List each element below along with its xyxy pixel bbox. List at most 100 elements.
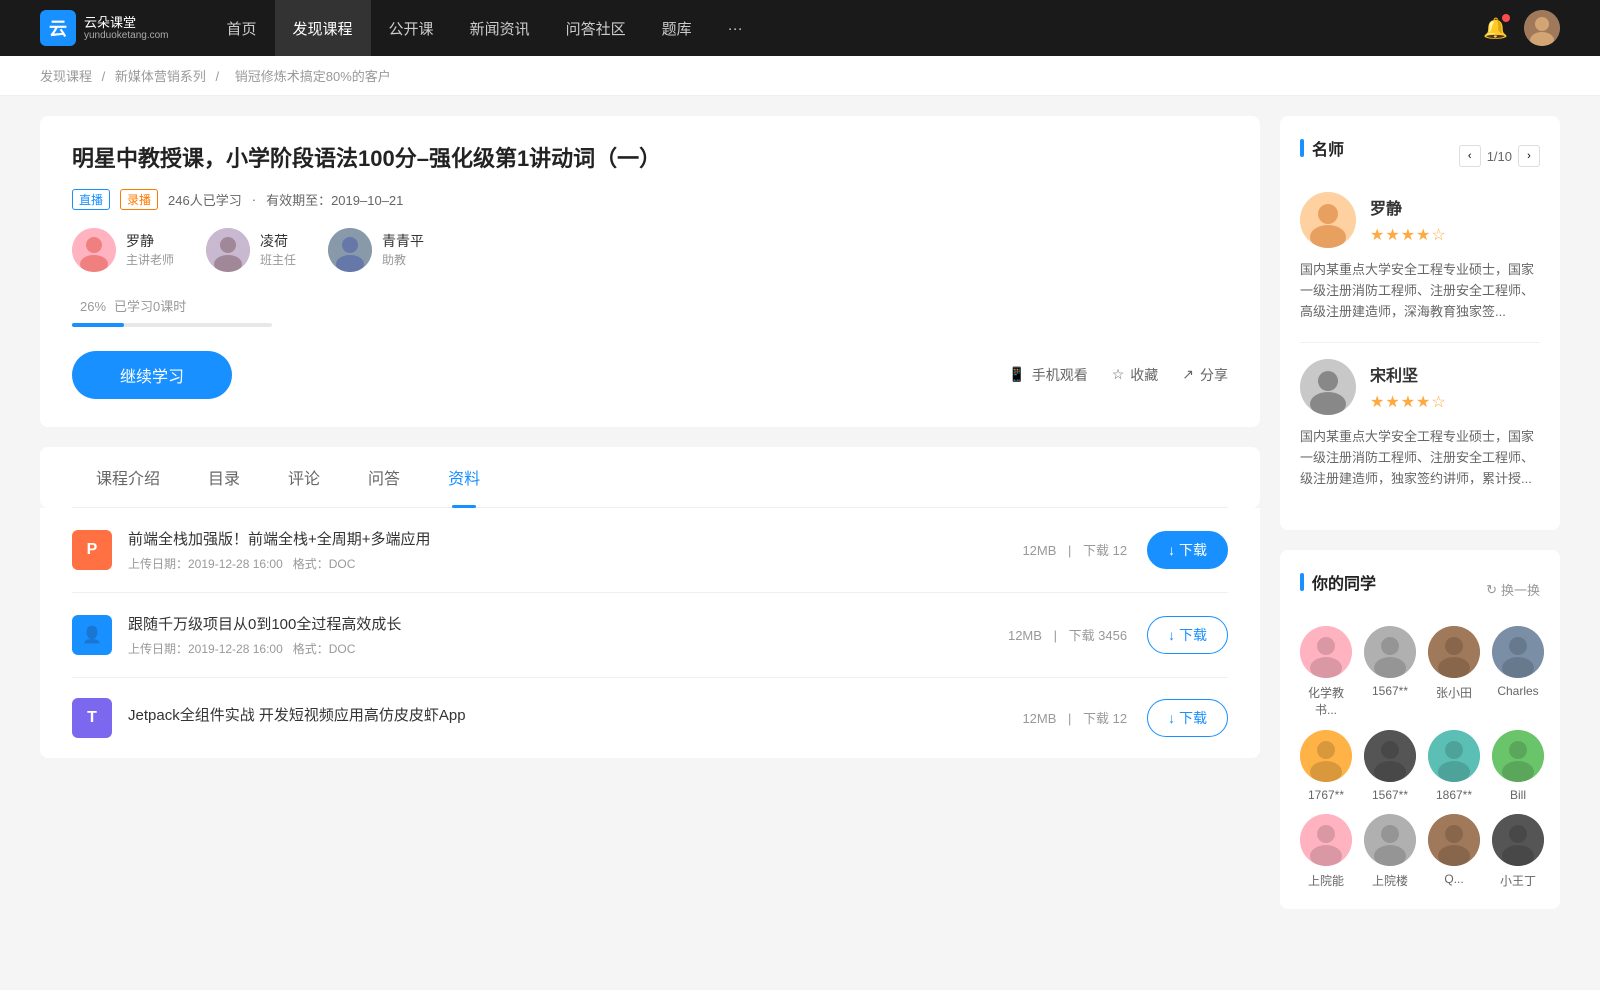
bell-icon[interactable]: 🔔 <box>1483 16 1508 41</box>
tab-qa[interactable]: 问答 <box>344 447 424 507</box>
classmate-name: 化学教书... <box>1300 684 1352 718</box>
teacher-1-avatar <box>72 228 116 272</box>
teacher-2-role: 班主任 <box>260 251 296 268</box>
classmates-grid: 化学教书... 1567** 张小田 Charles <box>1300 626 1540 889</box>
classmate-item: 1567** <box>1364 626 1416 718</box>
classmates-header: 你的同学 ↻ 换一换 <box>1300 570 1540 610</box>
breadcrumb-link-discover[interactable]: 发现课程 <box>40 69 92 84</box>
user-avatar[interactable] <box>1524 10 1560 46</box>
logo-icon: 云 <box>40 10 76 46</box>
share-icon: ↗ <box>1182 366 1194 383</box>
pagination-text: 1/10 <box>1487 149 1512 164</box>
sidebar-teacher-1-desc: 国内某重点大学安全工程专业硕士，国家一级注册消防工程师、注册安全工程师、高级注册… <box>1300 260 1540 322</box>
nav-news[interactable]: 新闻资讯 <box>452 0 548 56</box>
nav-items: 首页 发现课程 公开课 新闻资讯 问答社区 题库 ··· <box>209 0 1484 56</box>
breadcrumb: 发现课程 / 新媒体营销系列 / 销冠修炼术搞定80%的客户 <box>0 56 1600 96</box>
resource-meta-0: 上传日期：2019-12-28 16:00 格式：DOC <box>128 555 1002 572</box>
continue-learning-button[interactable]: 继续学习 <box>72 351 232 399</box>
next-teacher-button[interactable]: › <box>1518 145 1540 167</box>
badge-record: 录播 <box>120 189 158 210</box>
refresh-icon: ↻ <box>1486 582 1497 598</box>
tab-resource[interactable]: 资料 <box>424 447 504 507</box>
classmate-avatar[interactable] <box>1300 814 1352 866</box>
teacher-1: 罗静 主讲老师 <box>72 228 174 272</box>
nav-qa[interactable]: 问答社区 <box>548 0 644 56</box>
tab-review[interactable]: 评论 <box>264 447 344 507</box>
nav-home[interactable]: 首页 <box>209 0 275 56</box>
resource-info-1: 跟随千万级项目从0到100全过程高效成长 上传日期：2019-12-28 16:… <box>128 613 988 657</box>
progress-text: 已学习0课时 <box>114 299 186 314</box>
classmate-item: 上院能 <box>1300 814 1352 889</box>
breadcrumb-current: 销冠修炼术搞定80%的客户 <box>235 69 391 84</box>
resource-info-0: 前端全栈加强版！前端全栈+全周期+多端应用 上传日期：2019-12-28 16… <box>128 528 1002 572</box>
teachers-title: 名师 <box>1300 136 1344 160</box>
navigation: 云 云朵课堂 yunduoketang.com 首页 发现课程 公开课 新闻资讯… <box>0 0 1600 56</box>
star-icon: ☆ <box>1112 366 1125 383</box>
logo-text: 云朵课堂 yunduoketang.com <box>84 15 169 42</box>
classmate-avatar[interactable] <box>1492 730 1544 782</box>
nav-open[interactable]: 公开课 <box>371 0 452 56</box>
classmate-name: 1767** <box>1308 788 1344 802</box>
sidebar-teacher-1: 罗静 ★★★★☆ 国内某重点大学安全工程专业硕士，国家一级注册消防工程师、注册安… <box>1300 192 1540 322</box>
sidebar-teacher-2-info: 宋利坚 ★★★★☆ <box>1370 362 1447 412</box>
sidebar-teacher-2-header: 宋利坚 ★★★★☆ <box>1300 359 1540 415</box>
course-students: 246人已学习 <box>168 190 242 209</box>
download-button-1[interactable]: ↓ 下载 <box>1147 616 1228 654</box>
tab-intro[interactable]: 课程介绍 <box>72 447 184 507</box>
teacher-1-name: 罗静 <box>126 231 174 251</box>
teacher-2: 凌荷 班主任 <box>206 228 296 272</box>
resource-item: P 前端全栈加强版！前端全栈+全周期+多端应用 上传日期：2019-12-28 … <box>72 508 1228 593</box>
classmate-avatar[interactable] <box>1428 730 1480 782</box>
classmate-item: 张小田 <box>1428 626 1480 718</box>
classmates-card: 你的同学 ↻ 换一换 化学教书... 1567** <box>1280 550 1560 909</box>
course-dot: · <box>252 192 256 207</box>
resource-name-1: 跟随千万级项目从0到100全过程高效成长 <box>128 613 988 634</box>
nav-more[interactable]: ··· <box>710 0 761 56</box>
teachers-card-header: 名师 ‹ 1/10 › <box>1300 136 1540 176</box>
nav-quiz[interactable]: 题库 <box>644 0 710 56</box>
resource-meta-1: 上传日期：2019-12-28 16:00 格式：DOC <box>128 640 988 657</box>
share-button[interactable]: ↗ 分享 <box>1182 365 1228 385</box>
classmate-avatar[interactable] <box>1492 814 1544 866</box>
tab-catalog[interactable]: 目录 <box>184 447 264 507</box>
main-layout: 明星中教授课，小学阶段语法100分–强化级第1讲动词（一） 直播 录播 246人… <box>0 96 1600 949</box>
classmate-avatar[interactable] <box>1364 730 1416 782</box>
classmate-item: Q... <box>1428 814 1480 889</box>
classmate-item: 1767** <box>1300 730 1352 802</box>
teacher-3-avatar <box>328 228 372 272</box>
classmate-avatar[interactable] <box>1364 626 1416 678</box>
download-button-2[interactable]: ↓ 下载 <box>1147 699 1228 737</box>
teacher-divider <box>1300 342 1540 343</box>
classmate-avatar[interactable] <box>1300 730 1352 782</box>
phone-view-button[interactable]: 📱 手机观看 <box>1008 365 1087 385</box>
classmate-avatar[interactable] <box>1492 626 1544 678</box>
breadcrumb-sep2: / <box>216 69 223 84</box>
sidebar-teacher-1-stars: ★★★★☆ <box>1370 225 1447 245</box>
classmate-name: 小王丁 <box>1500 872 1536 889</box>
resource-stats-0: 12MB | 下载 12 <box>1018 540 1131 559</box>
nav-discover[interactable]: 发现课程 <box>275 0 371 56</box>
prev-teacher-button[interactable]: ‹ <box>1459 145 1481 167</box>
resource-icon-2: T <box>72 698 112 738</box>
classmate-item: 小王丁 <box>1492 814 1544 889</box>
classmate-item: 上院楼 <box>1364 814 1416 889</box>
tabs-bar: 课程介绍 目录 评论 问答 资料 <box>40 447 1260 508</box>
teacher-list: 罗静 主讲老师 凌荷 班主任 <box>72 228 1228 272</box>
refresh-button[interactable]: ↻ 换一换 <box>1486 580 1540 599</box>
classmate-item: 1867** <box>1428 730 1480 802</box>
resource-name-2: Jetpack全组件实战 开发短视频应用高仿皮皮虾App <box>128 704 1002 725</box>
classmate-avatar[interactable] <box>1300 626 1352 678</box>
progress-label: 26%已学习0课时 <box>72 296 1228 315</box>
classmate-item: Charles <box>1492 626 1544 718</box>
classmate-name: 1567** <box>1372 788 1408 802</box>
classmate-avatar[interactable] <box>1428 814 1480 866</box>
badge-live: 直播 <box>72 189 110 210</box>
resource-item: 👤 跟随千万级项目从0到100全过程高效成长 上传日期：2019-12-28 1… <box>72 593 1228 678</box>
collect-button[interactable]: ☆ 收藏 <box>1112 365 1159 385</box>
classmate-avatar[interactable] <box>1428 626 1480 678</box>
breadcrumb-link-series[interactable]: 新媒体营销系列 <box>115 69 206 84</box>
classmate-avatar[interactable] <box>1364 814 1416 866</box>
logo[interactable]: 云 云朵课堂 yunduoketang.com <box>40 10 169 46</box>
classmate-item: 化学教书... <box>1300 626 1352 718</box>
download-button-0[interactable]: ↓ 下载 <box>1147 531 1228 569</box>
